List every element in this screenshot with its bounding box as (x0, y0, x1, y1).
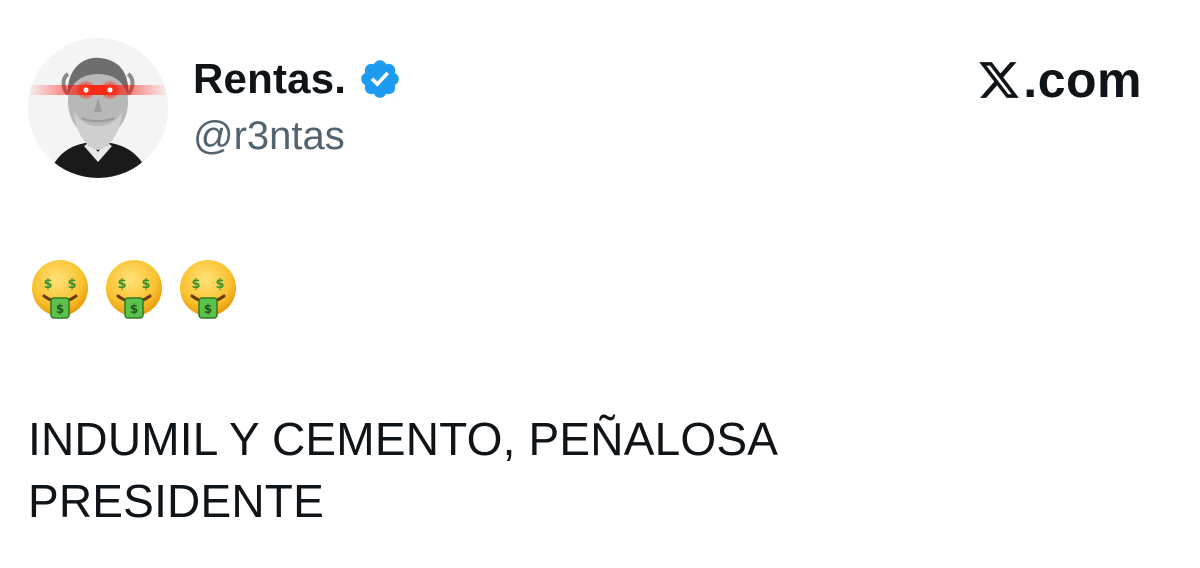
svg-text:$: $ (215, 277, 224, 292)
handle[interactable]: @r3ntas (193, 116, 345, 156)
money-mouth-face-icon: $ $ $ (106, 260, 162, 319)
svg-text:$: $ (56, 302, 64, 316)
svg-text:$: $ (43, 277, 52, 292)
site-logo: .com (977, 52, 1142, 108)
avatar[interactable] (28, 38, 168, 178)
site-suffix: .com (1023, 52, 1142, 108)
money-mouth-face-icon: $ $ $ (180, 260, 236, 319)
x-logo-icon (979, 62, 1020, 98)
svg-text:$: $ (130, 302, 138, 316)
emoji-row: $ $ $ $ $ $ $ $ $ (28, 258, 240, 322)
svg-text:$: $ (117, 277, 126, 292)
svg-text:$: $ (141, 277, 150, 292)
svg-text:$: $ (204, 302, 212, 316)
money-mouth-face-icon: $ $ $ (32, 260, 88, 319)
svg-text:$: $ (67, 277, 76, 292)
tweet-text-line: PRESIDENTE (28, 475, 324, 527)
verified-badge-icon (361, 60, 399, 98)
portrait-image (28, 38, 168, 178)
tweet-card: Rentas. @r3ntas .com $ $ $ $ $ $ $ $ $ I… (0, 0, 1200, 568)
tweet-text-line: INDUMIL Y CEMENTO, PEÑALOSA (28, 413, 779, 465)
display-name[interactable]: Rentas. (193, 58, 346, 100)
tweet-text: INDUMIL Y CEMENTO, PEÑALOSA PRESIDENTE (28, 408, 1168, 532)
svg-text:$: $ (191, 277, 200, 292)
author-name-row: Rentas. (193, 52, 402, 106)
